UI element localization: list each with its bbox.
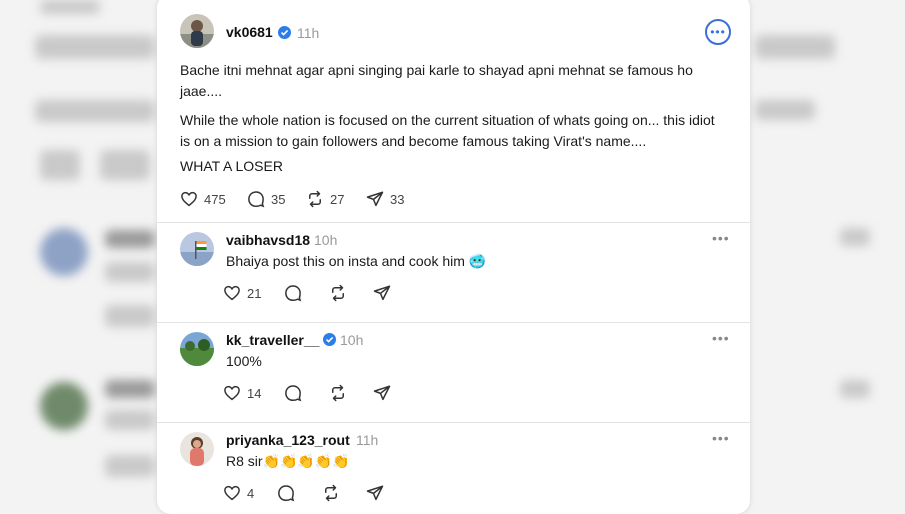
like-button[interactable]: 475	[180, 188, 226, 210]
main-post: vk0681 11h ••• Bache itni mehnat agar ap…	[157, 0, 750, 222]
like-count: 14	[247, 385, 262, 401]
reply-time: 10h	[340, 332, 364, 348]
avatar[interactable]	[180, 14, 214, 48]
share-count: 33	[390, 191, 405, 207]
comment-icon	[285, 285, 302, 302]
avatar[interactable]	[180, 432, 214, 466]
comment-button[interactable]	[277, 482, 295, 504]
share-button[interactable]	[373, 382, 391, 404]
post-paragraph: WHAT A LOSER	[180, 158, 283, 174]
comment-button[interactable]	[284, 282, 302, 304]
heart-icon	[181, 191, 197, 207]
share-button[interactable]	[366, 482, 384, 504]
reply-time: 11h	[356, 432, 379, 448]
post-paragraph: While the whole nation is focused on the…	[180, 112, 715, 149]
verified-badge-icon	[278, 26, 291, 39]
comment-icon	[248, 191, 265, 208]
like-button[interactable]: 4	[223, 482, 254, 504]
avatar[interactable]	[180, 232, 214, 266]
heart-icon	[224, 385, 240, 401]
username[interactable]: vaibhavsd18	[226, 232, 310, 248]
repost-button[interactable]	[322, 482, 340, 504]
more-options-icon: •••	[710, 25, 726, 39]
share-button[interactable]: 33	[366, 188, 404, 210]
reply: kk_traveller__ 10h ••• 100% 14	[157, 323, 750, 423]
send-icon	[373, 385, 391, 401]
reply-time: 10h	[314, 232, 338, 248]
reply-text: Bhaiya post this on insta and cook him 🥶	[226, 251, 706, 272]
repost-button[interactable]: 27	[306, 188, 344, 210]
username[interactable]: kk_traveller__	[226, 332, 319, 348]
heart-icon	[224, 485, 240, 501]
send-icon	[366, 191, 384, 207]
repost-button[interactable]	[329, 282, 347, 304]
like-count: 4	[247, 485, 255, 501]
more-options-icon[interactable]: •••	[712, 430, 730, 446]
username[interactable]: priyanka_123_rout	[226, 432, 350, 448]
username[interactable]: vk0681	[226, 24, 273, 40]
reply: vaibhavsd18 10h ••• Bhaiya post this on …	[157, 223, 750, 323]
comment-button[interactable]: 35	[247, 188, 285, 210]
thread-card: vk0681 11h ••• Bache itni mehnat agar ap…	[157, 0, 750, 514]
comment-icon	[278, 485, 295, 502]
avatar[interactable]	[180, 332, 214, 366]
post-paragraph: Bache itni mehnat agar apni singing pai …	[180, 62, 693, 99]
comment-count: 35	[271, 191, 286, 207]
repost-icon	[332, 284, 344, 302]
post-time: 11h	[297, 25, 320, 41]
repost-count: 27	[330, 191, 345, 207]
more-options-button[interactable]: •••	[705, 19, 731, 45]
emoji: 🥶	[468, 253, 487, 269]
repost-icon	[309, 190, 321, 208]
more-options-icon[interactable]: •••	[712, 330, 730, 346]
comment-button[interactable]	[284, 382, 302, 404]
send-icon	[366, 485, 384, 501]
like-button[interactable]: 21	[223, 282, 261, 304]
repost-button[interactable]	[329, 382, 347, 404]
comment-icon	[285, 385, 302, 402]
share-button[interactable]	[373, 282, 391, 304]
repost-icon	[325, 484, 337, 502]
verified-badge-icon	[323, 333, 336, 346]
like-count: 475	[204, 191, 226, 207]
reply-text: R8 sir👏👏👏👏👏	[226, 451, 706, 472]
like-count: 21	[247, 285, 262, 301]
like-button[interactable]: 14	[223, 382, 261, 404]
send-icon	[373, 285, 391, 301]
heart-icon	[224, 285, 240, 301]
more-options-icon[interactable]: •••	[712, 230, 730, 246]
repost-icon	[332, 384, 344, 402]
emoji: 👏👏👏👏👏	[262, 453, 350, 469]
reply: priyanka_123_rout 11h ••• R8 sir👏👏👏👏👏 4	[157, 423, 750, 514]
reply-text: 100%	[226, 353, 262, 369]
